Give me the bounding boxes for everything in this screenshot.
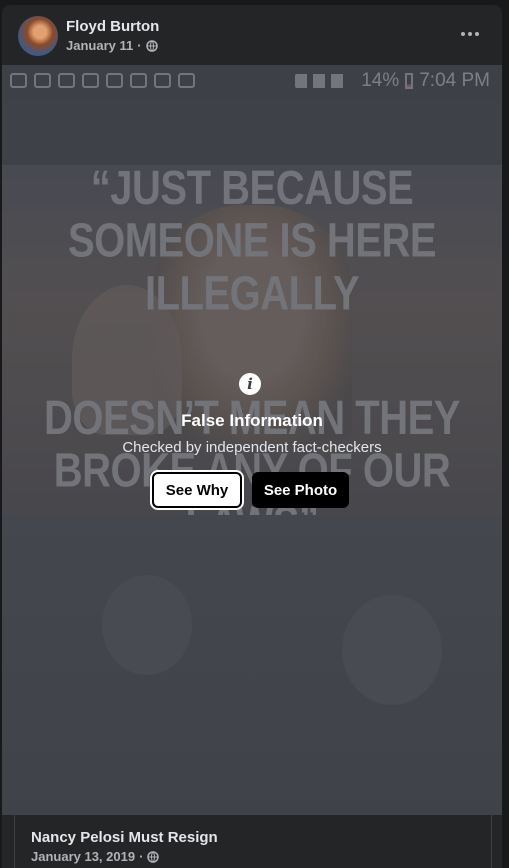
shared-post-card[interactable]: Nancy Pelosi Must Resign January 13, 201… — [14, 815, 492, 868]
warning-subtitle: Checked by independent fact-checkers — [122, 439, 382, 456]
post-header: Floyd Burton January 11 · — [2, 5, 502, 65]
post-date[interactable]: January 11 — [66, 38, 133, 53]
avatar[interactable] — [18, 16, 58, 56]
more-options-button[interactable] — [456, 23, 484, 45]
globe-icon — [145, 39, 158, 52]
shared-post-title[interactable]: Nancy Pelosi Must Resign — [31, 829, 218, 846]
meta-separator: · — [137, 38, 142, 53]
post-card: Floyd Burton January 11 · 14% 7:04 PM “J… — [2, 5, 502, 868]
warning-title: False Information — [181, 411, 323, 430]
meta-separator: · — [139, 849, 144, 864]
info-icon: i — [239, 373, 261, 395]
shared-post-date[interactable]: January 13, 2019 — [31, 849, 135, 864]
more-horizontal-icon — [461, 32, 465, 36]
author-name[interactable]: Floyd Burton — [66, 18, 159, 35]
globe-icon — [147, 850, 160, 863]
see-photo-button[interactable]: See Photo — [252, 472, 349, 508]
see-why-button[interactable]: See Why — [152, 472, 242, 508]
post-meta: January 11 · — [66, 38, 158, 53]
shared-post-meta: January 13, 2019 · — [31, 849, 160, 864]
